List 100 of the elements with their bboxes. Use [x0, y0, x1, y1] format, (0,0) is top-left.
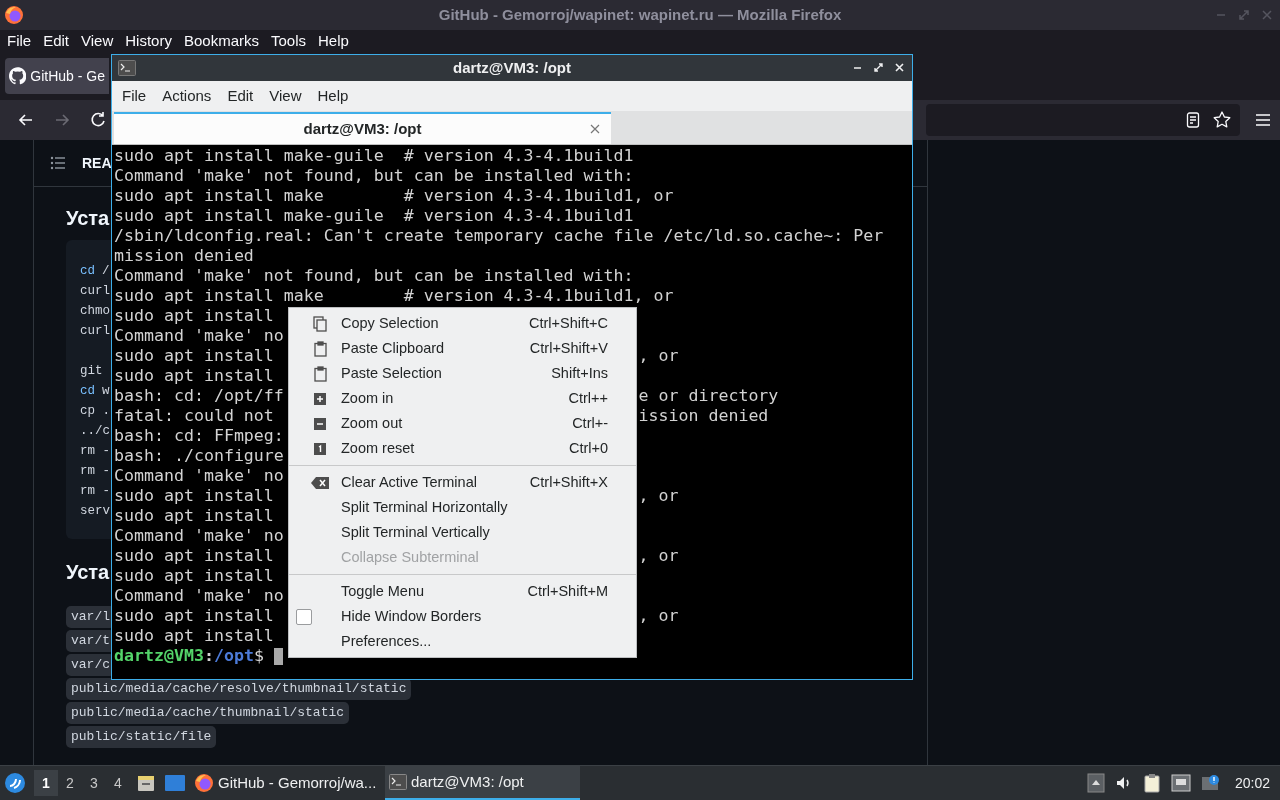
- terminal-text: , or: [638, 486, 679, 506]
- menu-item[interactable]: Clear Active Terminal Ctrl+Shift+X: [289, 470, 636, 495]
- shortcut-text: Ctrl+0: [568, 438, 608, 458]
- terminal-text: sudo apt install: [114, 606, 274, 625]
- code-tag: public/media/cache/resolve/thumbnail/static: [66, 678, 412, 700]
- prompt-user: dartz@VM3: [114, 646, 204, 666]
- taskbar-button[interactable]: GitHub - Gemorroj/wa...: [190, 766, 385, 800]
- code-text: curl: [80, 283, 110, 300]
- terminal-tab[interactable]: dartz@VM3: /opt: [114, 112, 611, 144]
- checkbox[interactable]: [296, 608, 312, 625]
- section-heading: Уста: [66, 560, 110, 585]
- start-menu-icon[interactable]: [4, 772, 26, 794]
- code-text: curl: [80, 323, 110, 340]
- menu-item[interactable]: File: [2, 29, 37, 53]
- menu-item[interactable]: Toggle Menu Ctrl+Shift+M: [289, 579, 636, 604]
- code-text: cp .: [80, 403, 110, 420]
- workspace-button[interactable]: 3: [82, 770, 106, 796]
- menu-icon[interactable]: [1254, 111, 1272, 129]
- terminal-text: sudo apt install: [114, 506, 274, 525]
- terminal-text: fatal: could not: [114, 406, 274, 425]
- code-text: rm -: [80, 443, 110, 460]
- workspace-button[interactable]: 2: [58, 770, 82, 796]
- code-tag: public/static/file: [66, 726, 217, 748]
- firefox-logo-icon: [194, 773, 214, 793]
- code-text: /: [102, 263, 110, 280]
- terminal-text: Command 'make' no: [114, 466, 284, 485]
- network-icon[interactable]: [1170, 774, 1191, 792]
- menu-item[interactable]: Paste Clipboard Ctrl+Shift+V: [289, 336, 636, 361]
- terminal-icon: [389, 774, 407, 790]
- close-icon[interactable]: [893, 61, 906, 74]
- menu-item[interactable]: Split Terminal Horizontally: [289, 495, 636, 520]
- shortcut-text: Ctrl+Shift+M: [527, 581, 608, 601]
- text-cursor: [273, 647, 283, 665]
- reader-view-icon[interactable]: [1184, 111, 1202, 129]
- zoom-in-icon: [314, 392, 326, 405]
- terminal-text: bash: cd: /opt/ff: [114, 386, 284, 405]
- terminal-text: Command 'make' not found, but can be installed with:: [114, 266, 634, 285]
- terminal-text: sudo apt install make-guile # version 4.3-4.1build1: [114, 206, 634, 225]
- terminal-text: mission denied: [114, 246, 254, 265]
- notification-icon[interactable]: [1200, 774, 1221, 792]
- terminal-text: Command 'make' no: [114, 326, 284, 345]
- menu-item[interactable]: File: [116, 84, 153, 108]
- menu-item[interactable]: Split Terminal Vertically: [289, 520, 636, 545]
- terminal-text: sudo apt install: [114, 566, 274, 585]
- prompt-path: /opt: [213, 646, 254, 666]
- menu-item[interactable]: Help: [313, 29, 354, 53]
- clipboard-icon: [313, 365, 327, 382]
- erase-icon: [311, 476, 329, 489]
- browser-tab[interactable]: GitHub - Ge: [5, 58, 109, 94]
- code-text: chmo: [80, 303, 110, 320]
- terminal-text: , or: [638, 606, 679, 626]
- desktop-icon[interactable]: [164, 773, 186, 793]
- menu-item[interactable]: Edit: [38, 29, 75, 53]
- code-tag: public/media/cache/thumbnail/static: [66, 702, 350, 724]
- terminal-text: ission denied: [638, 406, 769, 426]
- code-text: git: [80, 363, 103, 380]
- terminal-text: sudo apt install: [114, 346, 274, 365]
- menu-item[interactable]: Zoom reset Ctrl+0: [289, 436, 636, 461]
- menu-item[interactable]: Help: [311, 84, 355, 108]
- shortcut-text: Shift+Ins: [551, 363, 608, 383]
- terminal-text: sudo apt install: [114, 486, 274, 505]
- terminal-text: /sbin/ldconfig.real: Can't create temporary cache file /etc/ld.so.cache~: Per: [114, 226, 884, 245]
- menu-item[interactable]: Bookmarks: [178, 29, 264, 53]
- terminal-text: bash: ./configure: [114, 446, 284, 465]
- menu-item[interactable]: Zoom in Ctrl++: [289, 386, 636, 411]
- tray-expand-icon[interactable]: [1086, 773, 1105, 793]
- file-manager-icon[interactable]: [136, 773, 156, 793]
- zoom-reset-icon: [314, 442, 326, 455]
- readme-title: REA: [82, 153, 112, 173]
- terminal-text: sudo apt install make # version 4.3-4.1build1, or: [114, 286, 674, 305]
- menu-item[interactable]: Preferences...: [289, 629, 636, 654]
- shortcut-text: Ctrl+Shift+X: [529, 472, 608, 492]
- workspace-button[interactable]: 4: [106, 770, 130, 796]
- menu-item[interactable]: Hide Window Borders: [289, 604, 636, 629]
- menu-item[interactable]: Paste Selection Shift+Ins: [289, 361, 636, 386]
- prompt-separator: :: [203, 646, 214, 666]
- code-text: cd: [80, 263, 95, 280]
- menu-item[interactable]: View: [76, 29, 119, 53]
- code-text: rm -: [80, 483, 110, 500]
- code-text: w: [102, 383, 110, 400]
- shortcut-text: Ctrl+Shift+V: [529, 338, 608, 358]
- terminal-text: sudo apt install: [114, 546, 274, 565]
- clipboard-icon[interactable]: [1142, 773, 1161, 793]
- menu-item[interactable]: Copy Selection Ctrl+Shift+C: [289, 311, 636, 336]
- terminal-text: Command 'make' not found, but can be installed with:: [114, 166, 634, 185]
- terminal-text: Command 'make' no: [114, 586, 284, 605]
- bookmark-star-icon[interactable]: [1212, 110, 1232, 130]
- window-title: dartz@VM3: /opt: [453, 57, 571, 78]
- menu-item[interactable]: View: [263, 84, 308, 108]
- menu-item[interactable]: Actions: [156, 84, 218, 108]
- maximize-icon[interactable]: [872, 61, 885, 74]
- menu-item[interactable]: Zoom out Ctrl+-: [289, 411, 636, 436]
- menu-item[interactable]: Edit: [221, 84, 260, 108]
- menu-item[interactable]: Tools: [266, 29, 311, 53]
- workspace-button[interactable]: 1: [34, 770, 58, 796]
- terminal-text: e or directory: [638, 386, 779, 406]
- taskbar-button[interactable]: dartz@VM3: /opt: [385, 766, 580, 800]
- menu-item[interactable]: History: [120, 29, 177, 53]
- shortcut-text: Ctrl+-: [572, 413, 608, 433]
- list-icon[interactable]: [50, 155, 66, 171]
